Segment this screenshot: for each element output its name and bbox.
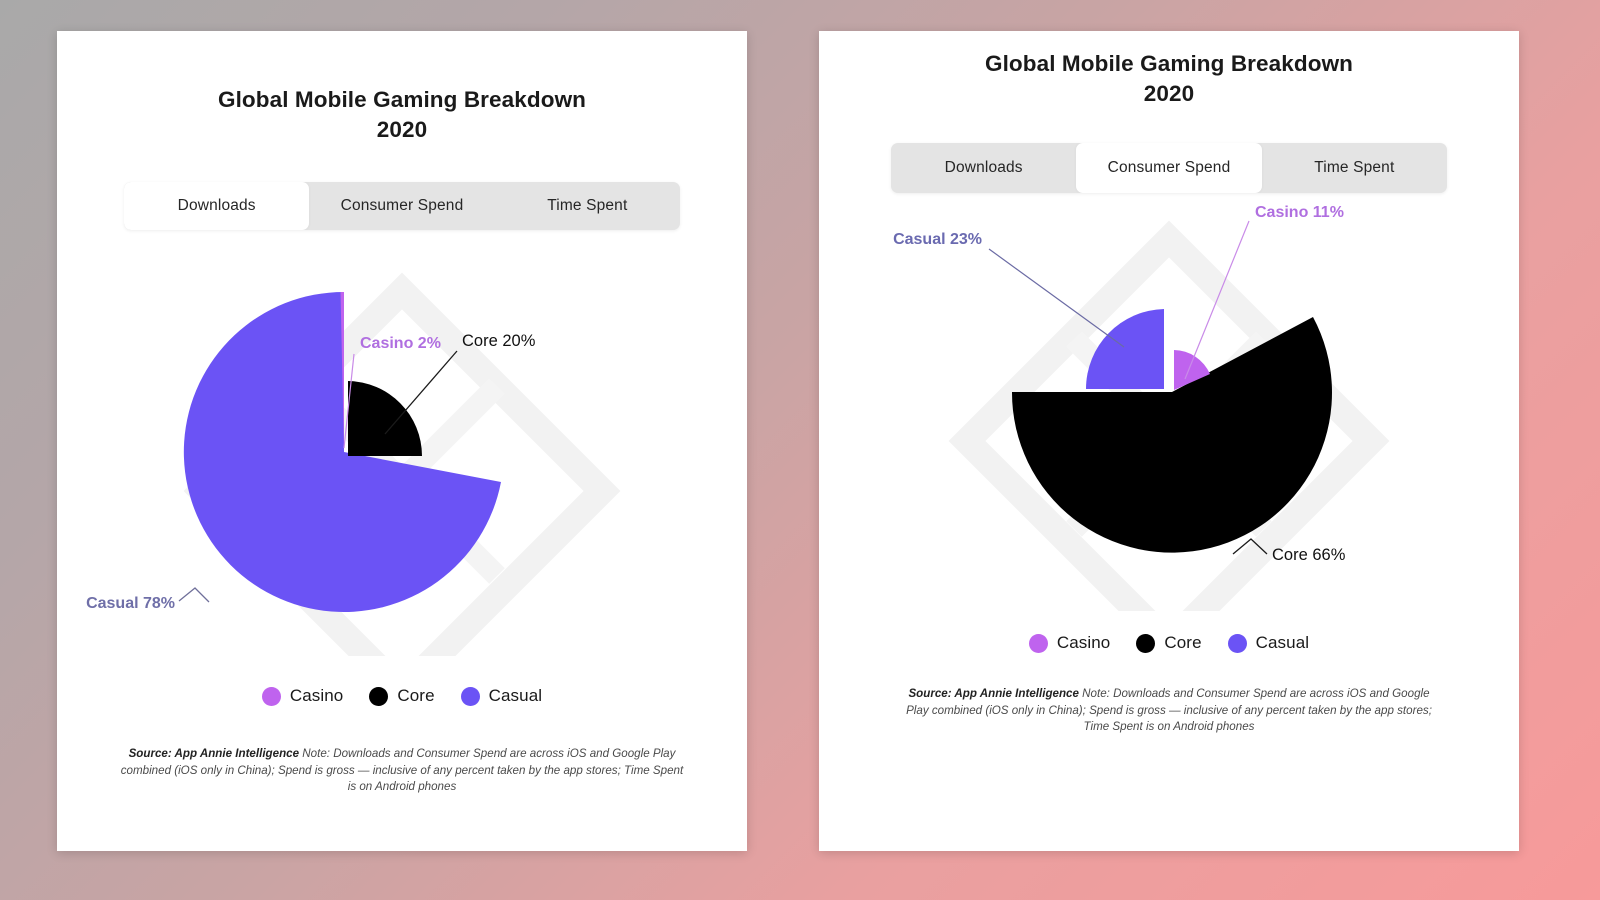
legend-item-casual[interactable]: Casual: [1227, 633, 1310, 653]
consumer-spend-chart-card: Global Mobile Gaming Breakdown 2020 Down…: [819, 31, 1519, 851]
tab-time-spent[interactable]: Time Spent: [495, 182, 680, 230]
callout-casino-label: Casino 11%: [1255, 204, 1344, 221]
legend-item-core[interactable]: Core: [1136, 633, 1202, 653]
legend-item-casino[interactable]: Casino: [1028, 633, 1111, 653]
callout-core-label: Core 66%: [1272, 546, 1346, 564]
metric-tab-bar: Downloads Consumer Spend Time Spent: [891, 143, 1447, 194]
page-title: Global Mobile Gaming Breakdown 2020: [217, 87, 587, 142]
callout-casino-label: Casino 2%: [360, 335, 441, 352]
legend-label-casino: Casino: [1056, 633, 1111, 653]
legend-label-core: Core: [397, 686, 435, 706]
chart-legend: Casino Core Casual: [57, 686, 747, 706]
metric-tab-bar: Downloads Consumer Spend Time Spent: [124, 182, 680, 231]
source-note: Source: App Annie Intelligence Note: Dow…: [901, 686, 1437, 735]
legend-label-casual: Casual: [488, 686, 543, 706]
consumer-spend-pie-chart: Casual 23% Casino 11% Core 66%: [819, 199, 1519, 612]
callout-casual-label: Casual 23%: [893, 231, 982, 248]
page-title: Global Mobile Gaming Breakdown 2020: [984, 51, 1354, 106]
source-attribution: Source: App Annie Intelligence: [128, 747, 300, 761]
pie-slice-core[interactable]: [348, 381, 422, 457]
casual-swatch-icon: [1227, 633, 1247, 653]
tab-time-spent[interactable]: Time Spent: [1262, 143, 1447, 193]
legend-label-casual: Casual: [1255, 633, 1310, 653]
callout-casual: Casual 78%: [86, 587, 210, 612]
tab-consumer-spend[interactable]: Consumer Spend: [1076, 143, 1262, 194]
legend-item-casino[interactable]: Casino: [261, 686, 344, 706]
chart-legend: Casino Core Casual: [819, 633, 1519, 653]
legend-label-casino: Casino: [289, 686, 344, 706]
legend-item-casual[interactable]: Casual: [460, 686, 543, 706]
core-swatch-icon: [1136, 633, 1156, 653]
casino-swatch-icon: [1028, 633, 1048, 653]
tab-downloads[interactable]: Downloads: [124, 182, 310, 231]
source-note: Source: App Annie Intelligence Note: Dow…: [117, 746, 687, 795]
tab-downloads[interactable]: Downloads: [891, 143, 1076, 193]
tab-consumer-spend[interactable]: Consumer Spend: [309, 182, 494, 230]
callout-casual-label: Casual 78%: [86, 595, 175, 612]
casual-swatch-icon: [460, 686, 480, 706]
callout-core-label: Core 20%: [462, 332, 536, 350]
downloads-chart-card: Global Mobile Gaming Breakdown 2020 Down…: [57, 31, 747, 851]
casino-swatch-icon: [261, 686, 281, 706]
legend-label-core: Core: [1164, 633, 1202, 653]
downloads-pie-chart: Casino 2% Core 20% Casual 78%: [57, 236, 747, 657]
source-attribution: Source: App Annie Intelligence: [908, 687, 1079, 701]
dashboard-stage: Global Mobile Gaming Breakdown 2020 Down…: [0, 0, 1600, 900]
legend-item-core[interactable]: Core: [369, 686, 435, 706]
core-swatch-icon: [369, 686, 389, 706]
